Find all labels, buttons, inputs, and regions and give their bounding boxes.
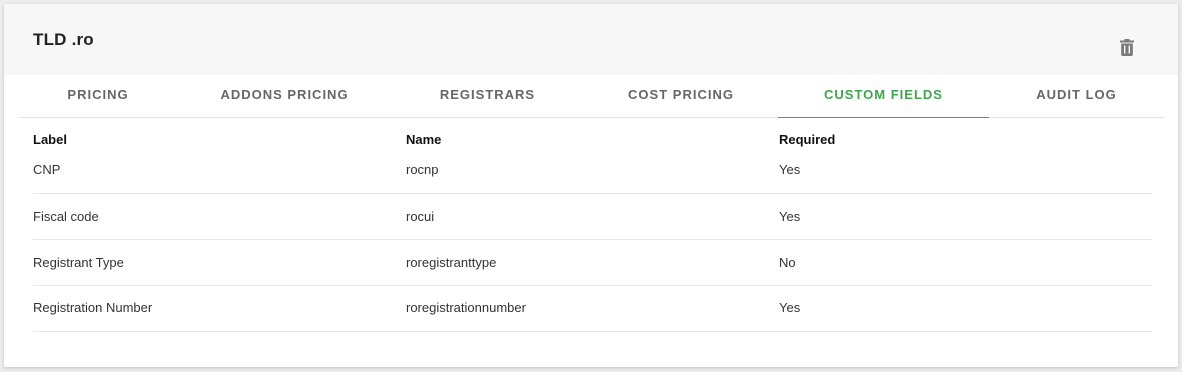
- cell-label: Fiscal code: [33, 209, 99, 224]
- table-row: Registrant Type roregistranttype No: [33, 240, 1152, 286]
- tld-card: TLD .ro PRICING ADDONS PRICING REGISTRAR…: [4, 4, 1178, 367]
- delete-button[interactable]: [1117, 37, 1137, 57]
- tab-addons-pricing[interactable]: ADDONS PRICING: [178, 75, 391, 117]
- cell-label: Registrant Type: [33, 255, 124, 270]
- cell-name: roregistrationnumber: [406, 300, 526, 315]
- table-row: Registration Number roregistrationnumber…: [33, 286, 1152, 332]
- cell-label: Registration Number: [33, 300, 153, 315]
- table-row: Fiscal code rocui Yes: [33, 194, 1152, 240]
- tab-pricing[interactable]: PRICING: [18, 75, 178, 117]
- cell-required: No: [779, 255, 796, 270]
- cell-name: rocnp: [406, 162, 439, 177]
- cell-required: Yes: [779, 162, 801, 177]
- column-header-label: Label: [33, 132, 67, 147]
- cell-name: rocui: [406, 209, 435, 224]
- cell-name: roregistranttype: [406, 255, 497, 270]
- table-row: CNP rocnp Yes: [33, 152, 1152, 194]
- tab-audit-log[interactable]: AUDIT LOG: [989, 75, 1164, 117]
- trash-icon: [1120, 38, 1134, 56]
- page-title: TLD .ro: [33, 30, 94, 49]
- column-header-required: Required: [779, 132, 836, 147]
- cell-label: CNP: [33, 162, 61, 177]
- tab-custom-fields[interactable]: CUSTOM FIELDS: [778, 75, 989, 118]
- column-header-name: Name: [406, 132, 442, 147]
- tab-cost-pricing[interactable]: COST PRICING: [584, 75, 778, 117]
- custom-fields-table: Label Name Required CNP rocnp Yes Fiscal…: [33, 132, 1152, 332]
- tab-registrars[interactable]: REGISTRARS: [391, 75, 584, 117]
- cell-required: Yes: [779, 209, 801, 224]
- card-header: TLD .ro: [4, 4, 1178, 75]
- tab-bar: PRICING ADDONS PRICING REGISTRARS COST P…: [18, 75, 1164, 118]
- table-header-row: Label Name Required: [33, 132, 1152, 152]
- cell-required: Yes: [779, 300, 801, 315]
